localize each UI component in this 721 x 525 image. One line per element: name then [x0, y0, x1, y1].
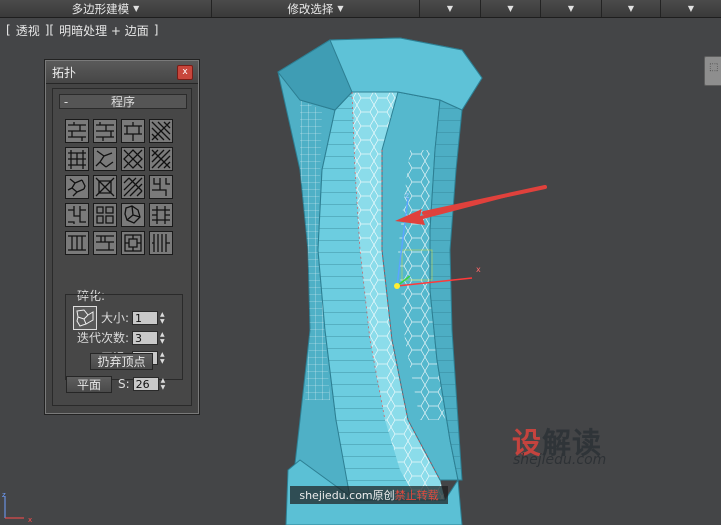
spinner-down-icon[interactable]: ▼: [160, 338, 169, 345]
topology-pattern-4-icon[interactable]: [149, 119, 173, 143]
close-button[interactable]: x: [177, 65, 193, 80]
spinner-up-icon[interactable]: ▲: [160, 351, 169, 358]
panel-title: 拓扑: [52, 65, 77, 80]
axis-x-label: x: [476, 265, 481, 274]
refine-pattern-icon[interactable]: [73, 306, 97, 330]
spinner-up-icon[interactable]: ▲: [160, 311, 169, 318]
topology-pattern-8-icon[interactable]: [149, 147, 173, 171]
iterations-spinner[interactable]: 3 ▲ ▼: [132, 330, 169, 345]
topology-pattern-10-icon[interactable]: [93, 175, 117, 199]
viewcube-icon: ⬚: [709, 62, 719, 73]
s-row: S: 26 ▲ ▼: [118, 377, 170, 391]
spinner-up-icon[interactable]: ▲: [160, 331, 169, 338]
topology-pattern-7-icon[interactable]: [121, 147, 145, 171]
s-value[interactable]: 26: [132, 377, 159, 391]
close-icon: x: [182, 67, 188, 77]
viewport-label[interactable]: [ 透视 ][ 明暗处理 + 边面 ]: [6, 22, 158, 38]
topology-pattern-16-icon[interactable]: [149, 203, 173, 227]
spinner-down-icon[interactable]: ▼: [160, 318, 169, 325]
rollout-header-procedure[interactable]: - 程序: [59, 94, 187, 109]
s-spinner[interactable]: 26 ▲ ▼: [132, 377, 170, 391]
size-value[interactable]: 1: [132, 310, 159, 325]
size-label: 大小:: [101, 311, 130, 325]
viewport-shading-mode[interactable]: 明暗处理 + 边面: [59, 22, 149, 39]
spinner-down-icon[interactable]: ▼: [160, 358, 169, 365]
spinner-down-icon[interactable]: ▼: [161, 384, 170, 391]
viewcube-widget[interactable]: ⬚: [704, 56, 721, 86]
topology-pattern-6-icon[interactable]: [93, 147, 117, 171]
topology-pattern-5-icon[interactable]: [65, 147, 89, 171]
topology-pattern-13-icon[interactable]: [65, 203, 89, 227]
credit-no-repost: 禁止转载: [394, 489, 439, 502]
viewport-label-close: ]: [153, 23, 159, 37]
topology-pattern-grid: [65, 119, 177, 255]
iterations-row: 迭代次数: 3 ▲ ▼: [77, 329, 169, 346]
topology-pattern-20-icon[interactable]: [149, 231, 173, 255]
topology-pattern-15-icon[interactable]: [121, 203, 145, 227]
iterations-label: 迭代次数:: [77, 331, 130, 345]
topology-pattern-11-icon[interactable]: [121, 175, 145, 199]
world-axis-icon: z x: [2, 491, 32, 524]
panel-title-bar[interactable]: 拓扑 x: [46, 61, 198, 84]
topology-pattern-1-icon[interactable]: [65, 119, 89, 143]
rollout-title: 程序: [110, 95, 135, 109]
twisted-vase-mesh[interactable]: [277, 37, 483, 525]
iterations-value[interactable]: 3: [132, 330, 159, 345]
spinner-up-icon[interactable]: ▲: [161, 377, 170, 384]
svg-text:z: z: [2, 491, 6, 499]
plane-button[interactable]: 平面: [66, 376, 112, 393]
watermark-url: shejiedu.com: [513, 452, 607, 468]
collapse-icon: -: [63, 94, 69, 109]
size-spinner[interactable]: 1 ▲ ▼: [132, 310, 169, 325]
topology-pattern-14-icon[interactable]: [93, 203, 117, 227]
credit-prefix: shejiedu.com原创: [299, 489, 395, 502]
topology-pattern-3-icon[interactable]: [121, 119, 145, 143]
topology-pattern-2-icon[interactable]: [93, 119, 117, 143]
topology-pattern-19-icon[interactable]: [121, 231, 145, 255]
topology-pattern-9-icon[interactable]: [65, 175, 89, 199]
credit-banner: shejiedu.com原创 禁止转载: [290, 486, 448, 504]
viewport-label-open: [: [6, 23, 11, 37]
axis-z-label: z: [405, 191, 409, 200]
discard-vertices-label: 扔弃顶点: [97, 355, 146, 369]
svg-text:x: x: [28, 516, 32, 524]
s-label: S:: [118, 377, 130, 391]
viewport-label-sep: ][: [44, 23, 55, 37]
topology-pattern-12-icon[interactable]: [149, 175, 173, 199]
discard-vertices-button[interactable]: 扔弃顶点: [90, 353, 153, 370]
size-row: 大小: 1 ▲ ▼: [101, 309, 169, 326]
viewport-view-perspective[interactable]: 透视: [16, 22, 40, 39]
plane-button-label: 平面: [76, 378, 101, 392]
topology-pattern-18-icon[interactable]: [93, 231, 117, 255]
topology-pattern-17-icon[interactable]: [65, 231, 89, 255]
